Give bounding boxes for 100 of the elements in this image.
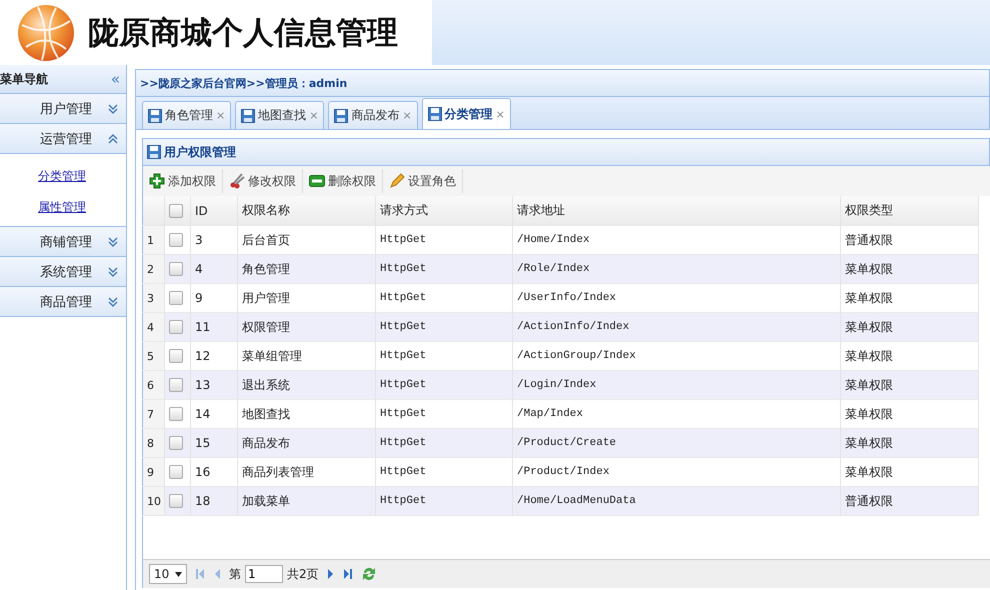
table-cell: /Login/Index	[512, 370, 840, 400]
table-cell: 11	[190, 312, 238, 342]
row-number: 9	[142, 458, 164, 486]
last-page-icon[interactable]	[342, 568, 353, 580]
row-number: 1	[142, 226, 164, 254]
row-number: 7	[142, 400, 164, 428]
row-checkbox[interactable]	[169, 378, 183, 392]
refresh-icon[interactable]	[360, 566, 377, 582]
table-cell: /Product/Create	[512, 428, 840, 458]
table-cell: 权限管理	[238, 312, 376, 342]
nav-group-label: 商品管理	[40, 294, 92, 310]
table-cell: 菜单权限	[840, 370, 978, 400]
nav-group[interactable]: 运营管理	[0, 124, 126, 154]
row-checkbox[interactable]	[169, 436, 183, 450]
table-cell: HttpGet	[376, 312, 512, 342]
plus-icon	[149, 173, 165, 189]
tab[interactable]: 分类管理 ×	[422, 98, 511, 129]
scissors-icon	[229, 173, 245, 189]
nav-link[interactable]: 分类管理	[38, 168, 126, 185]
page-size-select[interactable]: 10	[149, 564, 187, 584]
nav-group[interactable]: 系统管理	[0, 257, 126, 287]
nav-group[interactable]: 商铺管理	[0, 227, 126, 257]
expand-chevron-icon[interactable]	[108, 236, 118, 248]
column-header[interactable]: 权限名称	[238, 196, 376, 226]
table-cell: 菜单权限	[840, 254, 978, 284]
column-header[interactable]: 权限类型	[840, 196, 978, 226]
table-cell: 18	[190, 486, 238, 516]
table-cell: HttpGet	[376, 254, 512, 284]
column-header[interactable]: 请求方式	[376, 196, 512, 226]
first-page-icon[interactable]	[195, 568, 205, 580]
table-cell: 4	[190, 254, 238, 284]
collapse-chevron-icon[interactable]	[108, 132, 118, 144]
select-all-checkbox[interactable]	[169, 204, 183, 218]
page-total: 共2页	[287, 566, 319, 582]
row-checkbox[interactable]	[169, 262, 183, 276]
row-number: 2	[142, 254, 164, 284]
toolbar-button[interactable]: 设置角色	[383, 169, 463, 193]
panel-page-icon	[147, 145, 161, 159]
row-checkbox[interactable]	[169, 494, 183, 508]
panel-title: 用户权限管理	[164, 144, 236, 160]
expand-chevron-icon[interactable]	[108, 296, 118, 308]
nav-group-label: 系统管理	[40, 264, 92, 280]
table-cell: /Home/LoadMenuData	[512, 486, 840, 516]
row-number: 4	[142, 312, 164, 342]
table-cell: 角色管理	[238, 254, 376, 284]
row-number: 5	[142, 342, 164, 370]
row-checkbox[interactable]	[169, 465, 183, 480]
table-cell: HttpGet	[376, 370, 512, 400]
table-cell: 菜单权限	[840, 428, 978, 458]
app-title: 陇原商城个人信息管理	[88, 14, 398, 52]
sidebar-title: 菜单导航	[0, 70, 48, 88]
tab-page-icon	[428, 107, 442, 121]
dropdown-caret-icon	[175, 572, 182, 576]
row-number: 8	[142, 428, 164, 458]
table-cell: /Role/Index	[512, 254, 840, 284]
table-cell: 商品发布	[238, 428, 376, 458]
toolbar-button[interactable]: 添加权限	[143, 169, 223, 193]
expand-chevron-icon[interactable]	[108, 102, 118, 114]
table-cell: 13	[190, 370, 238, 400]
next-page-icon[interactable]	[326, 568, 335, 580]
tab-page-icon	[148, 108, 162, 122]
row-number: 3	[142, 284, 164, 312]
row-checkbox[interactable]	[169, 349, 183, 364]
row-checkbox[interactable]	[169, 233, 183, 248]
expand-chevron-icon[interactable]	[108, 266, 118, 278]
nav-group[interactable]: 用户管理	[0, 94, 126, 124]
row-checkbox[interactable]	[169, 291, 183, 306]
column-header[interactable]: ID	[190, 196, 238, 226]
table-cell: 退出系统	[238, 370, 376, 400]
toolbar-button[interactable]: 修改权限	[223, 169, 303, 193]
table-cell: HttpGet	[376, 486, 512, 516]
row-checkbox[interactable]	[169, 407, 183, 422]
nav-link[interactable]: 属性管理	[38, 199, 126, 216]
tab[interactable]: 角色管理 ×	[142, 101, 232, 129]
close-icon[interactable]: ×	[496, 108, 505, 120]
row-checkbox[interactable]	[169, 320, 183, 334]
table-cell: 普通权限	[840, 486, 978, 516]
table-cell: 加载菜单	[238, 486, 376, 516]
table-cell: 15	[190, 428, 238, 458]
toolbar-button[interactable]: 删除权限	[303, 169, 383, 193]
row-number: 10	[142, 486, 164, 516]
tab-page-icon	[241, 108, 256, 122]
tab-page-icon	[334, 108, 348, 122]
table-cell: 菜单权限	[840, 312, 978, 342]
pencil-icon	[389, 173, 405, 189]
tab[interactable]: 商品发布 ×	[328, 101, 418, 129]
minus-icon	[309, 175, 325, 187]
breadcrumb: >>陇原之家后台官网>>管理员：admin	[140, 76, 348, 90]
row-number: 6	[142, 370, 164, 400]
previous-page-icon[interactable]	[213, 568, 221, 580]
page-prefix: 第	[229, 566, 241, 582]
nav-group-label: 商铺管理	[40, 234, 92, 250]
column-header[interactable]: 请求地址	[512, 196, 840, 226]
page-number-field[interactable]: 1	[245, 565, 283, 583]
nav-group[interactable]: 商品管理	[0, 287, 126, 317]
table-cell: HttpGet	[376, 428, 512, 458]
nav-group-label: 运营管理	[40, 130, 92, 148]
nav-group-label: 用户管理	[40, 100, 92, 118]
table-cell: /ActionInfo/Index	[512, 312, 840, 342]
tab[interactable]: 地图查找 ×	[235, 101, 324, 129]
